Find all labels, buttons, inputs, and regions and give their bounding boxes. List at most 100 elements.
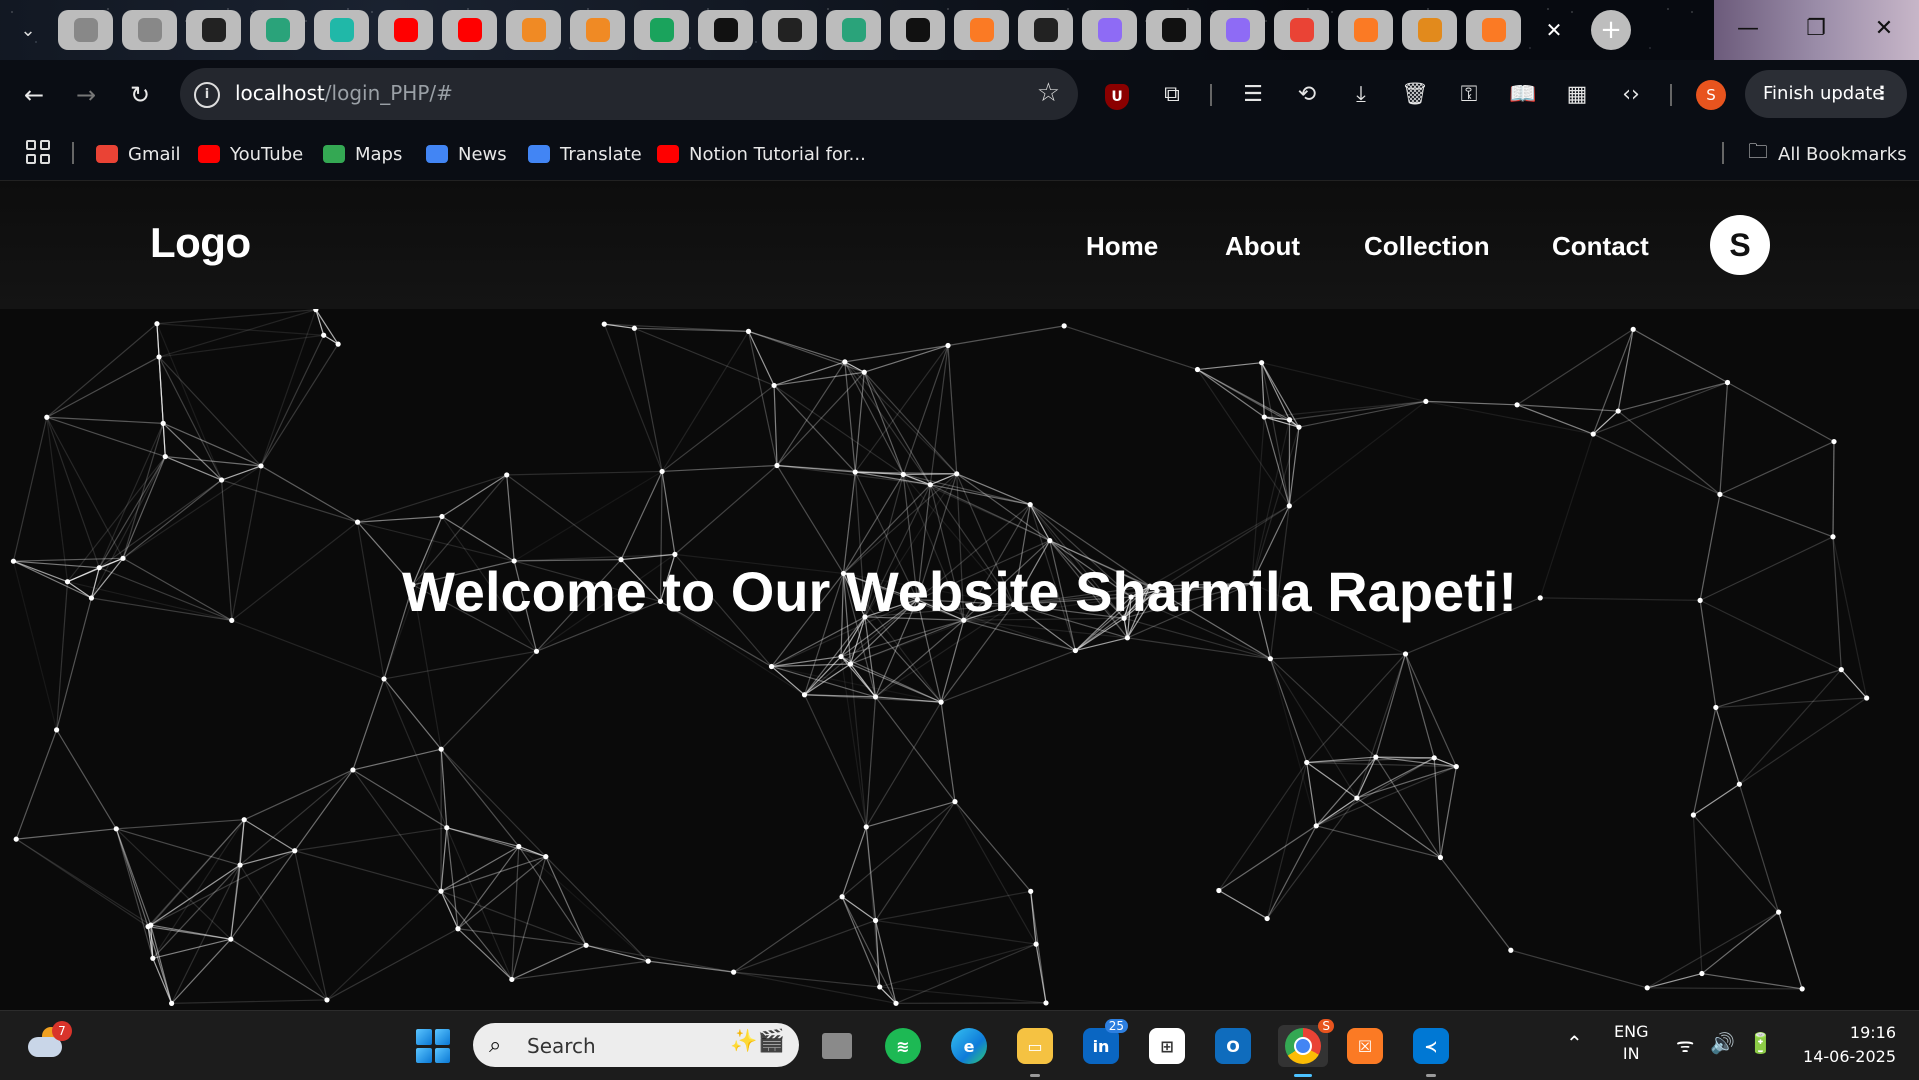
profile-avatar[interactable]: S (1696, 80, 1726, 110)
forward-button[interactable]: → (66, 75, 106, 115)
browser-tab[interactable] (1466, 10, 1521, 50)
apps-grid-icon[interactable] (26, 140, 50, 164)
browser-tab[interactable] (58, 10, 113, 50)
browser-tab[interactable] (634, 10, 689, 50)
network-line (1219, 890, 1267, 918)
linkedin-icon[interactable]: in25 (1080, 1025, 1122, 1067)
bookmark-item[interactable]: Translate (528, 140, 642, 168)
network-node (774, 463, 779, 468)
browser-tab[interactable] (314, 10, 369, 50)
outlook-icon[interactable]: O (1212, 1025, 1254, 1067)
user-avatar[interactable]: S (1710, 215, 1770, 275)
xampp-icon[interactable]: ☒ (1344, 1025, 1386, 1067)
download-icon[interactable]: ⤓ (1344, 78, 1378, 112)
new-tab-button[interactable]: + (1591, 10, 1631, 50)
finish-update-button[interactable]: Finish update⋮ (1745, 70, 1907, 118)
network-node (169, 1001, 174, 1006)
browser-tab[interactable] (1210, 10, 1265, 50)
close-window-button[interactable]: ✕ (1850, 0, 1918, 60)
browser-tab[interactable] (1338, 10, 1393, 50)
browser-tab[interactable] (250, 10, 305, 50)
network-line (1124, 618, 1270, 658)
network-node (1514, 402, 1519, 407)
nav-about[interactable]: About (1225, 231, 1300, 262)
task-view-button[interactable] (816, 1025, 858, 1067)
site-logo[interactable]: Logo (150, 219, 251, 267)
show-hidden-icons-chevron-icon[interactable]: ⌃ (1566, 1031, 1583, 1055)
extensions-puzzle-icon[interactable]: ⧉ (1155, 78, 1189, 112)
url-text[interactable]: localhost/login_PHP/# (235, 81, 453, 105)
network-line (734, 972, 896, 1003)
network-line (172, 865, 240, 1003)
browser-tab[interactable] (1402, 10, 1457, 50)
edge-icon[interactable]: e (948, 1025, 990, 1067)
spotify-icon[interactable]: ≋ (882, 1025, 924, 1067)
browser-tab[interactable] (570, 10, 625, 50)
bookmark-item[interactable]: News (426, 140, 507, 168)
bookmark-item[interactable]: Gmail (96, 140, 181, 168)
vscode-icon[interactable]: ≺ (1410, 1025, 1452, 1067)
browser-tab[interactable] (1018, 10, 1073, 50)
network-node (1776, 910, 1781, 915)
tab-search-button[interactable]: ⌄ (10, 12, 46, 48)
battery-icon[interactable]: 🔋 (1748, 1031, 1773, 1055)
password-key-icon[interactable]: ⚿ (1452, 78, 1486, 112)
network-line (1316, 758, 1434, 826)
file-explorer-icon[interactable]: ▭ (1014, 1025, 1056, 1067)
plus-circle-icon (650, 18, 674, 42)
more-menu-icon[interactable]: ⋮ (1873, 70, 1891, 118)
history-icon[interactable]: ⟲ (1290, 78, 1324, 112)
qr-code-icon[interactable]: ▦ (1560, 78, 1594, 112)
minimize-button[interactable]: — (1714, 0, 1782, 60)
language-indicator[interactable]: ENG IN (1614, 1021, 1648, 1065)
browser-tab[interactable] (442, 10, 497, 50)
chrome-icon[interactable]: S (1278, 1025, 1328, 1067)
browser-tab[interactable] (1274, 10, 1329, 50)
bookmark-item[interactable]: Notion Tutorial for... (657, 140, 866, 168)
browser-tab[interactable] (1082, 10, 1137, 50)
nav-contact[interactable]: Contact (1552, 231, 1649, 262)
nav-collection[interactable]: Collection (1364, 231, 1490, 262)
bookmark-star-icon[interactable]: ☆ (1037, 78, 1060, 108)
start-button[interactable] (416, 1029, 450, 1063)
browser-tab[interactable] (826, 10, 881, 50)
site-info-icon[interactable]: i (194, 82, 220, 108)
close-tab-icon[interactable]: ✕ (1540, 16, 1568, 44)
network-line (648, 961, 733, 972)
clock[interactable]: 19:16 14-06-2025 (1796, 1021, 1896, 1069)
devtools-code-icon[interactable]: ‹› (1614, 78, 1648, 112)
restore-button[interactable]: ❐ (1782, 0, 1850, 60)
network-node (1354, 795, 1359, 800)
browser-tab[interactable] (698, 10, 753, 50)
web-page: Logo Home About Collection Contact S Wel… (0, 181, 1919, 1010)
browser-tab[interactable] (122, 10, 177, 50)
bookmark-item[interactable]: YouTube (198, 140, 303, 168)
address-bar[interactable]: i localhost/login_PHP/# ☆ (180, 68, 1078, 120)
reading-list-icon[interactable]: ☰ (1236, 78, 1270, 112)
network-node (1432, 755, 1437, 760)
browser-tab[interactable] (378, 10, 433, 50)
delete-icon[interactable]: 🗑 (1398, 78, 1432, 112)
wifi-icon[interactable]: ᯤ (1676, 1031, 1694, 1058)
all-bookmarks-button[interactable]: 🗀 All Bookmarks (1748, 140, 1907, 168)
reading-mode-icon[interactable]: 📖 (1506, 78, 1540, 112)
volume-icon[interactable]: 🔊 (1710, 1031, 1735, 1055)
reload-button[interactable]: ↻ (120, 75, 160, 115)
back-button[interactable]: ← (14, 75, 54, 115)
nav-home[interactable]: Home (1086, 231, 1158, 262)
bookmark-item[interactable]: Maps (323, 140, 402, 168)
network-node (1262, 414, 1267, 419)
browser-tab[interactable] (186, 10, 241, 50)
browser-tab[interactable] (954, 10, 1009, 50)
weather-widget[interactable]: 7 (28, 1025, 68, 1065)
ublock-extension-icon[interactable]: U (1100, 78, 1134, 112)
windows-taskbar: 7 ⌕ Search ✨🎬 ≋ e ▭ in25 ⊞ O S ☒ ≺ ⌃ ENG… (0, 1010, 1919, 1080)
browser-tab[interactable] (506, 10, 561, 50)
browser-tab[interactable] (890, 10, 945, 50)
taskbar-search[interactable]: ⌕ Search ✨🎬 (473, 1023, 799, 1067)
browser-tab[interactable] (1146, 10, 1201, 50)
network-node (114, 826, 119, 831)
network-line (805, 657, 842, 695)
microsoft-store-icon[interactable]: ⊞ (1146, 1025, 1188, 1067)
browser-tab[interactable] (762, 10, 817, 50)
